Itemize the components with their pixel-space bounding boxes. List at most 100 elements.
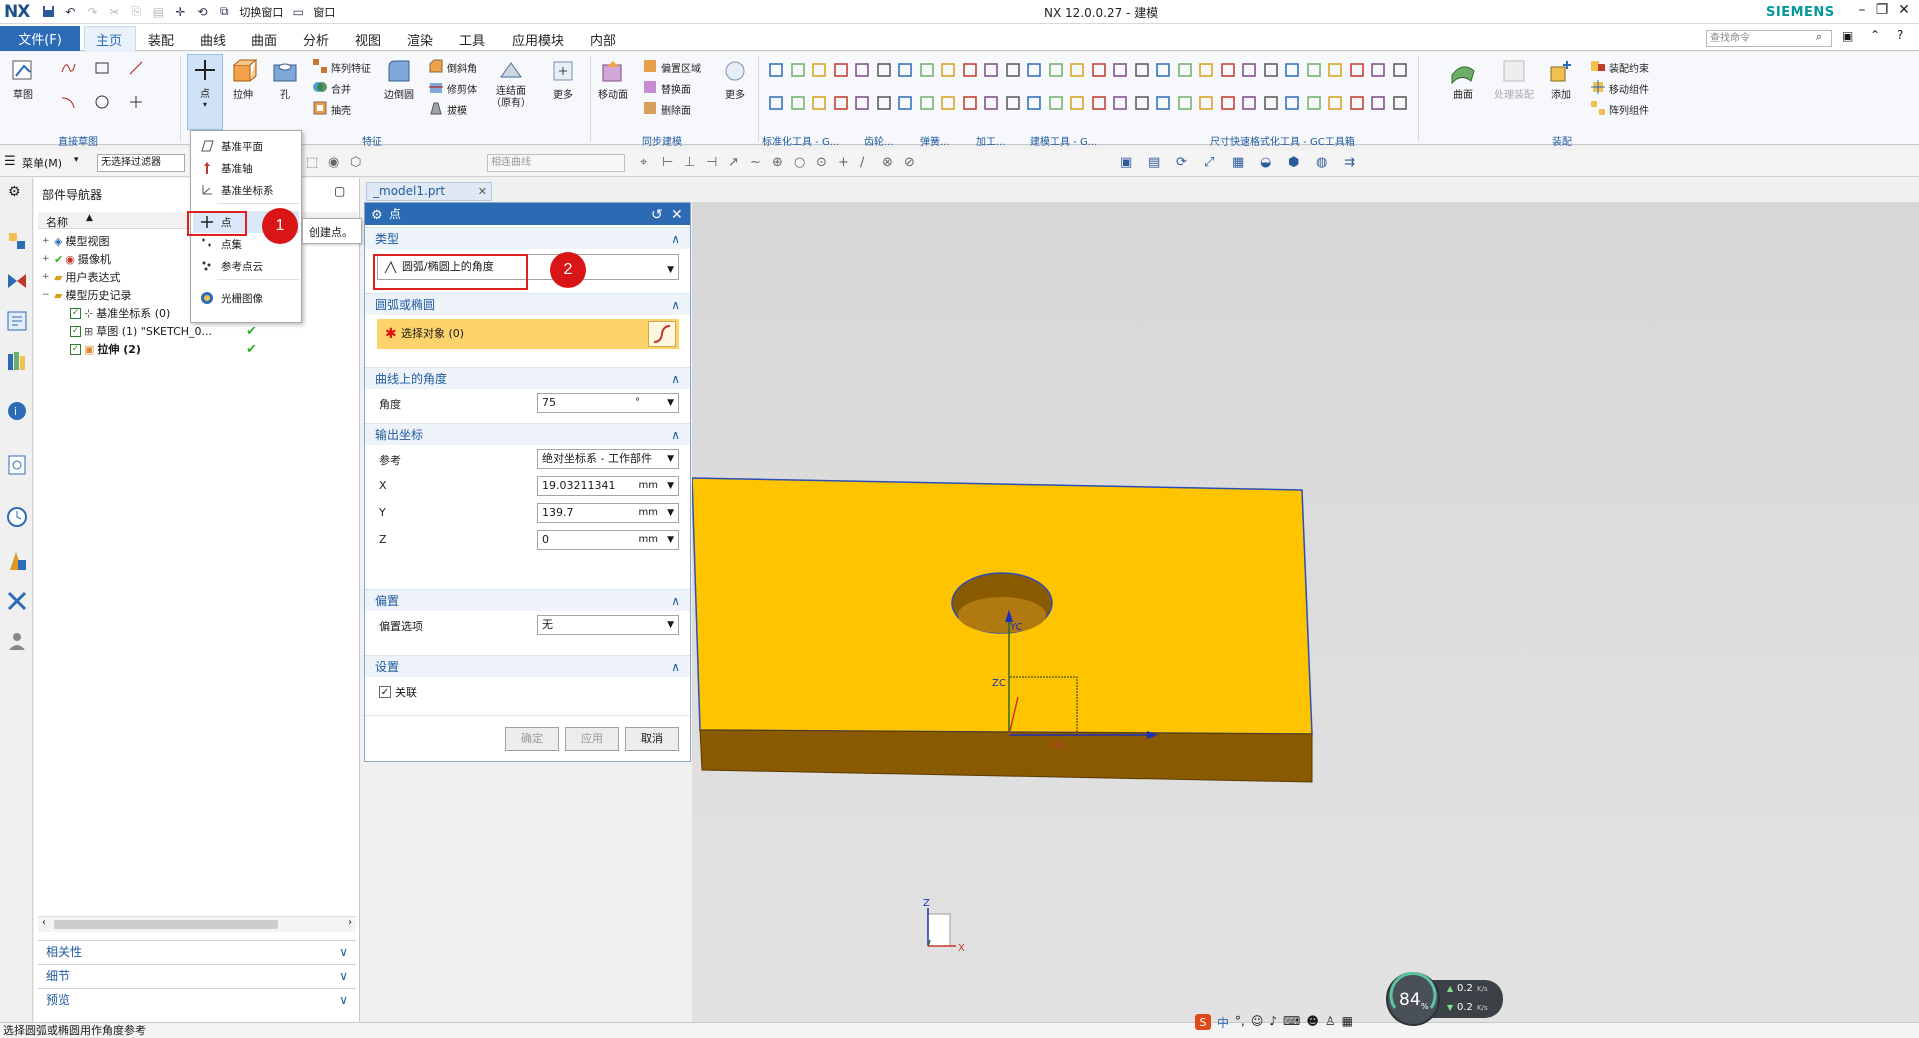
visibility-checkbox[interactable]: ✓ (70, 307, 81, 319)
tree-item-user-expressions[interactable]: + ▰ 用户表达式 (42, 268, 120, 286)
type-filter-select[interactable]: 无选择过滤器 (97, 154, 185, 172)
help-icon[interactable]: ? (1897, 28, 1903, 42)
gc-dimension-icon[interactable] (1091, 62, 1107, 78)
x-input[interactable]: 19.03211341 mm ▼ (537, 476, 679, 496)
gc-spring-icon[interactable] (1241, 95, 1257, 111)
gc-modeling-icon[interactable] (897, 62, 913, 78)
section-dependencies[interactable]: 相关性 ∨ (38, 940, 356, 962)
expand-icon[interactable]: + (42, 236, 51, 246)
array-component-icon[interactable] (1590, 100, 1606, 116)
gc-machining-icon[interactable] (1220, 62, 1236, 78)
gc-standard-icon[interactable] (768, 62, 784, 78)
z-input[interactable]: 0 mm ▼ (537, 530, 679, 550)
command-finder-icon[interactable]: ✛ (172, 4, 188, 20)
point-on-curve-icon[interactable]: ∕ (860, 155, 864, 170)
punctuation-icon[interactable]: °, (1235, 1014, 1245, 1031)
assembly-navigator-icon[interactable] (6, 230, 28, 252)
tab-view[interactable]: 视图 (355, 30, 381, 49)
chamfer-icon[interactable] (428, 58, 444, 74)
roles-icon[interactable] (6, 630, 28, 652)
process-studio-icon[interactable] (6, 590, 28, 612)
gc-spring-icon[interactable] (1370, 62, 1386, 78)
gc-standard-icon[interactable] (1284, 62, 1300, 78)
gc-gear-icon[interactable] (833, 62, 849, 78)
delete-face-icon[interactable] (642, 100, 658, 116)
hd3d-tools-icon[interactable]: i (6, 400, 28, 422)
point-button[interactable]: 点 ▾ (187, 54, 223, 130)
undo-icon[interactable]: ↶ (62, 4, 78, 20)
gc-dimension-icon[interactable] (1263, 62, 1279, 78)
switch-window-icon[interactable]: ⧉ (216, 4, 232, 20)
gc-machining-icon[interactable] (1048, 62, 1064, 78)
face-rule-icon[interactable]: ◉ (328, 155, 339, 170)
move-face-button[interactable]: 移动面 (598, 56, 628, 101)
close-icon[interactable]: ✕ (1894, 2, 1914, 18)
more-sync-button[interactable]: 更多 (720, 56, 750, 101)
gc-library-icon[interactable] (1349, 95, 1365, 111)
select-object-field[interactable]: ✱ 选择对象 (0) (377, 319, 679, 349)
render-style-icon[interactable]: ⬢ (1288, 155, 1299, 170)
spline-icon[interactable] (60, 60, 76, 76)
gc-machining-icon[interactable] (1392, 62, 1408, 78)
gc-dimension-icon[interactable] (1306, 95, 1322, 111)
curve-snap-icon[interactable]: ∼ (750, 155, 761, 170)
save-icon[interactable] (40, 4, 56, 20)
tab-application[interactable]: 应用模块 (512, 30, 564, 49)
gc-gear-icon[interactable] (1048, 95, 1064, 111)
angle-input[interactable]: 75 ° ▼ (537, 393, 679, 413)
more-features-button[interactable]: 更多 (548, 56, 578, 101)
gc-modeling-icon[interactable] (1284, 95, 1300, 111)
redo-icon[interactable]: ↷ (84, 4, 100, 20)
section-preview[interactable]: 预览 ∨ (38, 988, 356, 1010)
offset-option-select[interactable]: 无 ▼ (537, 615, 679, 635)
edge-blend-button[interactable]: 边倒圆 (384, 56, 414, 101)
scroll-left-icon[interactable]: ‹ (42, 917, 46, 928)
reuse-library-icon[interactable] (6, 350, 28, 372)
name-column[interactable]: 名称 (46, 214, 68, 230)
tree-item-cameras[interactable]: + ✔ ◉ 摄像机 (42, 250, 111, 268)
gc-modeling-icon[interactable] (1069, 62, 1085, 78)
circle-icon[interactable] (94, 94, 110, 110)
tab-surface[interactable]: 曲面 (251, 30, 277, 49)
curve-rule-select[interactable]: 相连曲线 (487, 154, 625, 172)
search-icon[interactable]: ⌕ (1816, 30, 1822, 44)
file-menu-tab[interactable]: 文件(F) (0, 26, 80, 51)
fit-icon[interactable]: ▣ (1120, 155, 1132, 170)
y-input[interactable]: 139.7 mm ▼ (537, 503, 679, 523)
gc-part-icon[interactable] (983, 62, 999, 78)
collapse-icon[interactable]: − (42, 290, 51, 300)
bounded-grid-icon[interactable]: ⊘ (904, 155, 915, 170)
gc-gear-icon[interactable] (1005, 62, 1021, 78)
center-icon[interactable]: ⊕ (772, 155, 783, 170)
tab-internal[interactable]: 内部 (590, 30, 616, 49)
assembly-constraint-icon[interactable] (1590, 58, 1606, 74)
point-on-face-icon[interactable]: ⊗ (882, 155, 893, 170)
gear-icon[interactable]: ⚙ (371, 205, 383, 227)
gc-part-icon[interactable] (1198, 95, 1214, 111)
arc-center-icon[interactable]: ○ (794, 155, 805, 170)
loft-button[interactable]: 连结面（原有） (488, 56, 534, 110)
tab-tools[interactable]: 工具 (459, 30, 485, 49)
maximize-icon[interactable]: ▢ (334, 184, 345, 198)
gc-machining-icon[interactable] (1091, 95, 1107, 111)
array-feature-icon[interactable] (312, 58, 328, 74)
gc-dimension-icon[interactable] (919, 62, 935, 78)
ime-mode[interactable]: 中 (1217, 1014, 1229, 1031)
gc-gear-icon[interactable] (1220, 95, 1236, 111)
section-type[interactable]: 类型 ∧ (365, 227, 690, 249)
gc-library-icon[interactable] (1306, 62, 1322, 78)
gc-machining-icon[interactable] (919, 95, 935, 111)
pan-icon[interactable]: ⤢ (1204, 155, 1214, 170)
view-orient-icon[interactable]: ◍ (1316, 155, 1327, 170)
sketch-button[interactable]: 草图 (8, 56, 38, 101)
gc-modeling-icon[interactable] (1112, 95, 1128, 111)
midpoint-icon[interactable]: ⊥ (684, 155, 695, 170)
gc-library-icon[interactable] (1005, 95, 1021, 111)
existing-point-icon[interactable]: + (838, 155, 849, 170)
gc-library-icon[interactable] (833, 95, 849, 111)
layout-icon[interactable]: ▣ (1842, 29, 1853, 43)
emoji-icon[interactable]: ☺ (1251, 1014, 1264, 1031)
system-materials-icon[interactable] (6, 550, 28, 572)
window-icon[interactable]: ▭ (290, 4, 306, 20)
add-component-button[interactable]: 添加 (1546, 56, 1576, 101)
